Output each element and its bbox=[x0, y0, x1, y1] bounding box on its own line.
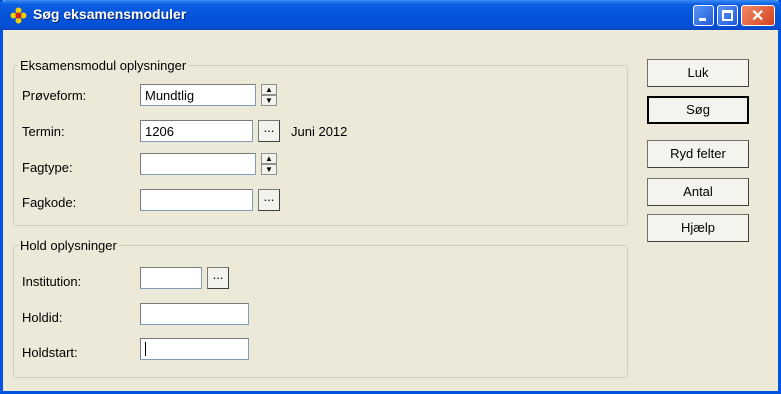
institution-field[interactable] bbox=[140, 267, 202, 289]
holdstart-field[interactable] bbox=[140, 338, 249, 360]
close-icon: ✕ bbox=[751, 8, 765, 25]
fagtype-field[interactable] bbox=[140, 153, 256, 175]
minimize-icon bbox=[699, 18, 706, 21]
hjaelp-button[interactable]: Hjælp bbox=[647, 214, 749, 242]
exam-module-group: Eksamensmodul oplysninger bbox=[13, 58, 628, 226]
antal-button[interactable]: Antal bbox=[647, 178, 749, 206]
hold-group: Hold oplysninger bbox=[13, 238, 628, 378]
spin-down-icon[interactable]: ▼ bbox=[261, 95, 277, 106]
maximize-icon bbox=[722, 10, 733, 21]
proeveform-field[interactable]: Mundtlig bbox=[140, 84, 256, 106]
institution-browse-button[interactable]: ... bbox=[207, 267, 229, 289]
fagtype-label: Fagtype: bbox=[22, 160, 73, 175]
ryd-felter-button[interactable]: Ryd felter bbox=[647, 140, 749, 168]
soeg-button[interactable]: Søg bbox=[647, 96, 749, 124]
fagkode-browse-button[interactable]: ... bbox=[258, 189, 280, 211]
holdid-field[interactable] bbox=[140, 303, 249, 325]
proeveform-label: Prøveform: bbox=[22, 88, 87, 103]
maximize-button[interactable] bbox=[717, 5, 738, 26]
spin-up-icon[interactable]: ▲ bbox=[261, 84, 277, 95]
minimize-button[interactable] bbox=[693, 5, 714, 26]
title-bar[interactable]: Søg eksamensmoduler ✕ bbox=[0, 0, 781, 30]
holdid-label: Holdid: bbox=[22, 310, 63, 325]
holdstart-label: Holdstart: bbox=[22, 345, 78, 360]
spin-up-icon[interactable]: ▲ bbox=[261, 153, 277, 164]
close-button[interactable]: ✕ bbox=[741, 5, 775, 26]
hold-legend: Hold oplysninger bbox=[20, 238, 117, 253]
termin-field[interactable]: 1206 bbox=[140, 120, 253, 142]
luk-button[interactable]: Luk bbox=[647, 59, 749, 87]
termin-info: Juni 2012 bbox=[291, 124, 348, 139]
text-caret bbox=[145, 342, 146, 356]
fagkode-field[interactable] bbox=[140, 189, 253, 211]
termin-label: Termin: bbox=[22, 124, 65, 139]
window-title: Søg eksamensmoduler bbox=[33, 6, 187, 22]
exam-module-legend: Eksamensmodul oplysninger bbox=[20, 58, 187, 73]
termin-browse-button[interactable]: ... bbox=[258, 120, 280, 142]
spin-down-icon[interactable]: ▼ bbox=[261, 164, 277, 175]
flower-icon bbox=[10, 7, 27, 24]
fagkode-label: Fagkode: bbox=[22, 195, 77, 210]
proeveform-spinner[interactable]: ▲ ▼ bbox=[261, 84, 277, 106]
institution-label: Institution: bbox=[22, 274, 82, 289]
fagtype-spinner[interactable]: ▲ ▼ bbox=[261, 153, 277, 175]
